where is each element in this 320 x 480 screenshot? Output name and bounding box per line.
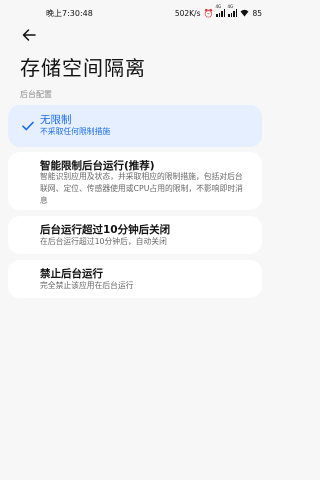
option-description: 在后台运行超过10分钟后，自动关闭 [40,237,167,246]
option-forbid-background[interactable]: 禁止后台运行 完全禁止该应用在后台运行 [8,260,262,298]
back-arrow-icon [22,29,36,41]
signal-tag-2: 4G [227,4,234,9]
option-title: 禁止后台运行 [40,268,103,280]
option-description: 智能识别应用及状态，并采取相应的限制措施，包括对后台联网、定位、传感器使用或CP… [40,172,243,205]
network-speed: 502K/s [174,8,201,18]
section-label: 后台配置 [20,90,52,99]
option-description: 完全禁止该应用在后台运行 [40,281,134,290]
option-close-after-10min[interactable]: 后台运行超过10分钟后关闭 在后台运行超过10分钟后，自动关闭 [8,216,262,254]
alarm-clock-icon: ⏰ [203,8,214,18]
status-time: 晚上7:30:48 [46,9,93,18]
status-icons: 502K/s ⏰ 4G 4G 85 [174,4,262,18]
option-title: 无限制 [40,114,72,126]
signal-icon-2: 4G [227,4,238,17]
option-smart-limit[interactable]: 智能限制后台运行(推荐) 智能识别应用及状态，并采取相应的限制措施，包括对后台联… [8,152,262,210]
back-button[interactable] [18,26,40,44]
option-description: 不采取任何限制措施 [40,127,111,136]
option-title: 后台运行超过10分钟后关闭 [40,224,171,236]
option-no-limit[interactable]: 无限制 不采取任何限制措施 [8,105,262,147]
wifi-icon [240,9,249,17]
check-icon [22,121,34,131]
signal-tag: 4G [215,4,222,9]
signal-icon: 4G [215,4,226,17]
page-title: 存储空间隔离 [20,56,146,80]
battery-level: 85 [252,8,262,18]
status-bar: 晚上7:30:48 502K/s ⏰ 4G 4G 85 [0,0,270,26]
